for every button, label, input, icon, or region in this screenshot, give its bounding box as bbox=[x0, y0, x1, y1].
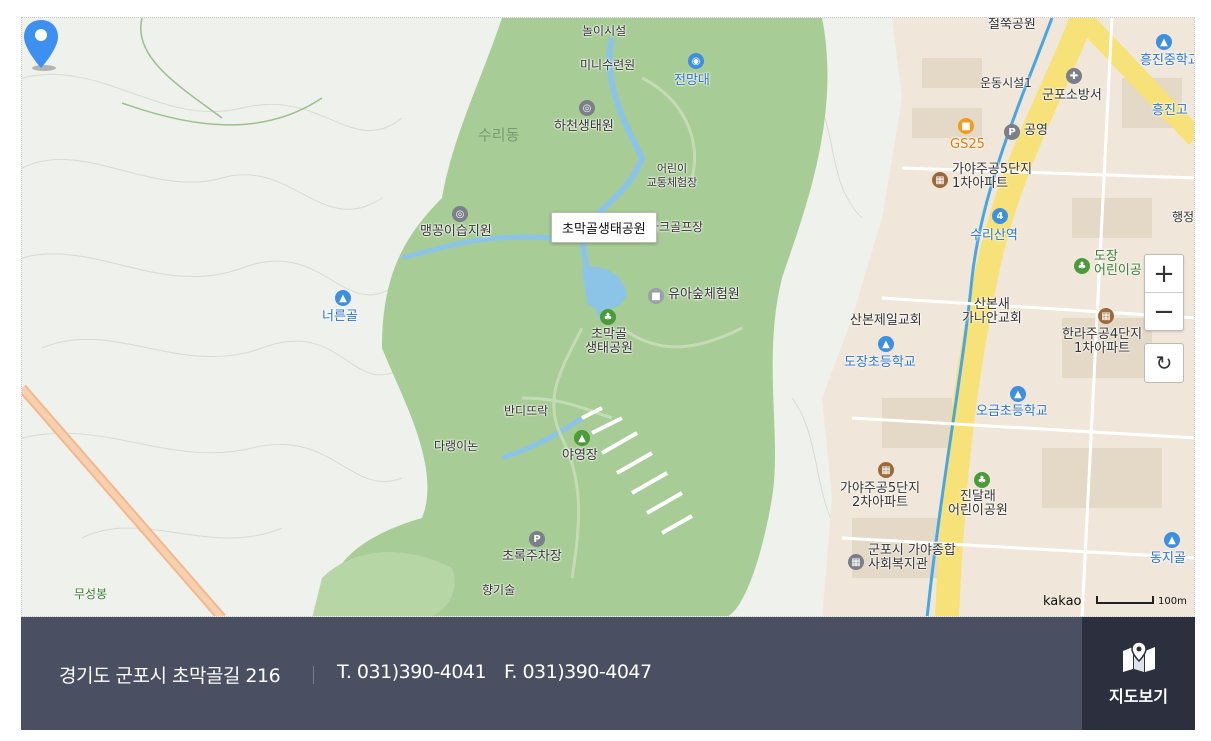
fire-station-icon[interactable]: ✚ bbox=[1066, 68, 1082, 84]
location-pin-icon[interactable] bbox=[22, 18, 60, 72]
playground-icon[interactable]: ♣ bbox=[1074, 258, 1090, 274]
subway-line-4-icon[interactable]: 4 bbox=[992, 208, 1008, 224]
camera-icon[interactable]: ◎ bbox=[452, 206, 468, 222]
welfare-center-icon[interactable]: ▦ bbox=[848, 554, 864, 570]
mountain-icon[interactable]: ▲ bbox=[335, 290, 351, 306]
label-gs25[interactable]: GS25 bbox=[950, 138, 985, 152]
label-observatory[interactable]: 전망대 bbox=[674, 74, 710, 88]
school-icon[interactable]: ▲ bbox=[1156, 34, 1172, 50]
label-bandi: 반디뜨락 bbox=[504, 404, 549, 418]
camp-icon[interactable]: ▲ bbox=[574, 430, 590, 446]
label-kids-traffic[interactable]: 어린이 교통체험장 bbox=[642, 162, 702, 190]
mountain-icon[interactable]: ▲ bbox=[1164, 532, 1180, 548]
school-icon[interactable]: ▲ bbox=[878, 336, 894, 352]
label-parking2[interactable]: 공영 bbox=[1024, 124, 1048, 138]
phone-text: T. 031)390-4041 bbox=[337, 661, 487, 683]
map-view[interactable]: 놀이시설 미니수련원 ◉ 전망대 ◎ 하천생태원 수리동 어린이 교통체험장 ◎… bbox=[21, 17, 1195, 617]
apartment-icon[interactable]: ▦ bbox=[1098, 308, 1114, 324]
label-heungjin-high[interactable]: 흥진고 bbox=[1152, 104, 1188, 118]
view-map-button[interactable]: 지도보기 bbox=[1082, 617, 1195, 730]
label-jindallae[interactable]: 진달래 어린이공원 bbox=[948, 490, 1008, 518]
apartment-icon[interactable]: ▦ bbox=[878, 462, 894, 478]
label-gaya5-2[interactable]: 가야주공5단지 2차아파트 bbox=[840, 482, 920, 510]
label-gaya5-1[interactable]: 가야주공5단지 1차아파트 bbox=[952, 163, 1032, 191]
label-mini: 미니수련원 bbox=[580, 58, 636, 72]
camera-icon[interactable]: ◎ bbox=[579, 100, 595, 116]
label-neoreungol[interactable]: 너른골 bbox=[322, 310, 358, 324]
map-info-bar: 경기도 군포시 초막골길 216 T. 031)390-4041 F. 031)… bbox=[21, 617, 1195, 730]
playground-icon[interactable]: ♣ bbox=[974, 472, 990, 488]
label-ogeum[interactable]: 오금초등학교 bbox=[976, 405, 1048, 419]
label-play: 놀이시설 bbox=[582, 24, 627, 38]
label-exercise: 운동시설1 bbox=[980, 76, 1032, 90]
label-darang: 다랭이논 bbox=[434, 439, 479, 453]
school-icon[interactable]: ▲ bbox=[1010, 386, 1026, 402]
map-icon bbox=[1122, 640, 1155, 672]
label-chomakgol[interactable]: 초막골 생태공원 bbox=[578, 328, 640, 356]
observatory-icon[interactable]: ◉ bbox=[688, 53, 704, 69]
label-cheoljjuk[interactable]: 철쭉공원 bbox=[988, 18, 1036, 32]
address-text: 경기도 군포시 초막골길 216 bbox=[59, 665, 281, 687]
label-sanbonsae[interactable]: 산본새 가나안교회 bbox=[962, 298, 1022, 326]
map-attribution[interactable]: kakao bbox=[1043, 594, 1082, 609]
label-yua[interactable]: 유아숲체험원 bbox=[668, 288, 740, 302]
label-museongbong[interactable]: 무성봉 bbox=[74, 587, 107, 601]
parking-icon[interactable]: P bbox=[529, 531, 545, 547]
label-camp[interactable]: 야영장 bbox=[562, 449, 598, 463]
label-sanbon-church[interactable]: 산본제일교회 bbox=[850, 314, 922, 328]
zoom-out-button[interactable]: − bbox=[1145, 293, 1183, 330]
zoom-in-button[interactable]: + bbox=[1145, 255, 1183, 292]
label-hyanggisul: 향기술 bbox=[482, 583, 516, 597]
public-parking-icon[interactable]: P bbox=[1004, 124, 1020, 140]
place-tooltip[interactable]: 초막골생태공원 bbox=[551, 212, 657, 243]
info-divider bbox=[313, 666, 314, 684]
label-hacheon[interactable]: 하천생태원 bbox=[554, 120, 614, 134]
label-welfare[interactable]: 군포시 가야종합 사회복지관 bbox=[868, 544, 956, 572]
scale-bar bbox=[1096, 596, 1154, 604]
fax-text: F. 031)390-4047 bbox=[504, 661, 652, 683]
view-map-label: 지도보기 bbox=[1109, 686, 1168, 706]
label-fire[interactable]: 군포소방서 bbox=[1042, 89, 1102, 103]
apartment-icon[interactable]: ▦ bbox=[932, 172, 948, 188]
label-surido: 수리동 bbox=[478, 126, 520, 144]
label-dojang-elem[interactable]: 도장초등학교 bbox=[844, 356, 916, 370]
convenience-store-icon[interactable]: ■ bbox=[958, 118, 974, 134]
forest-experience-icon[interactable]: ■ bbox=[648, 288, 664, 304]
label-surisan[interactable]: 수리산역 bbox=[970, 229, 1018, 243]
label-dongji[interactable]: 동지골 bbox=[1150, 552, 1186, 566]
park-tree-icon[interactable]: ♣ bbox=[600, 309, 616, 325]
zoom-control: + − bbox=[1144, 254, 1184, 331]
label-parking[interactable]: 초록주차장 bbox=[502, 550, 562, 564]
label-hanra[interactable]: 한라주공4단지 1차아파트 bbox=[1062, 328, 1142, 356]
label-maengkkong[interactable]: 맹꽁이습지원 bbox=[420, 225, 492, 239]
scale-label: 100m bbox=[1158, 596, 1187, 607]
label-haeng: 행정 bbox=[1172, 210, 1195, 224]
reset-map-button[interactable]: ↻ bbox=[1144, 343, 1184, 383]
label-heungjin-mid[interactable]: 흥진중학교 bbox=[1140, 54, 1194, 68]
label-dojang-kids[interactable]: 도장 어린이공 bbox=[1094, 250, 1142, 278]
